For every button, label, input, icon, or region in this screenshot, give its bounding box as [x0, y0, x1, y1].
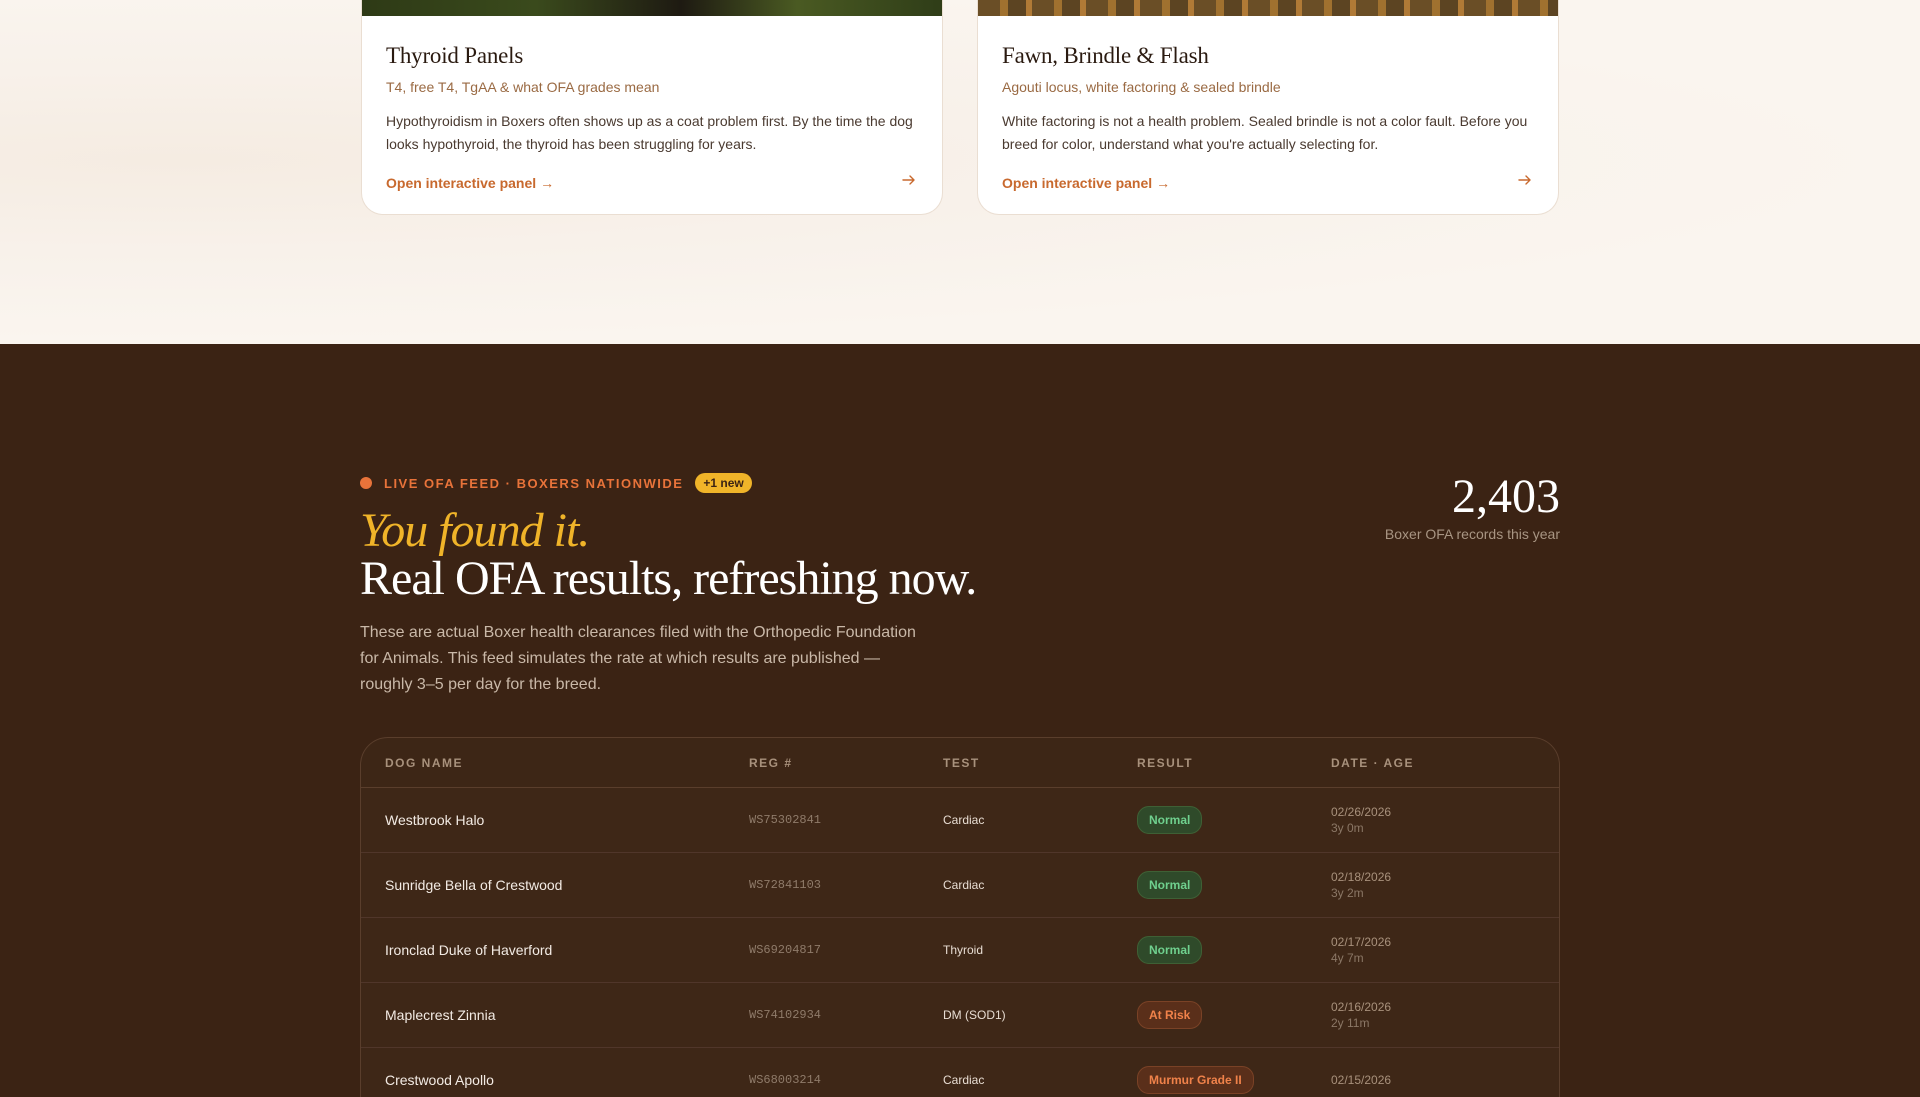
dog-age: 4y 7m	[1331, 951, 1364, 965]
headline-italic: You found it.	[360, 504, 590, 557]
table-row[interactable]: Sunridge Bella of Crestwood WS72841103 C…	[361, 853, 1559, 918]
live-feed-label: LIVE OFA FEED · BOXERS NATIONWIDE	[384, 475, 684, 491]
dog-age: 2y 11m	[1331, 1016, 1370, 1030]
records-stat: 2,403 Boxer OFA records this year	[1385, 470, 1560, 542]
table-row[interactable]: Crestwood Apollo WS68003214 Cardiac Murm…	[361, 1048, 1559, 1097]
new-records-badge: +1 new	[695, 473, 752, 493]
card-photo	[362, 0, 942, 16]
test-name: Cardiac	[943, 813, 985, 827]
article-card-thyroid[interactable]: Thyroid Panels T4, free T4, TgAA & what …	[361, 0, 943, 215]
column-header-dog-name[interactable]: DOG NAME	[361, 756, 749, 770]
open-panel-link[interactable]: Open interactive panel →	[386, 175, 554, 191]
table-row[interactable]: Westbrook Halo WS75302841 Cardiac Normal…	[361, 788, 1559, 853]
column-header-date-age[interactable]: DATE · AGE	[1331, 756, 1559, 770]
records-count: 2,403	[1452, 470, 1560, 523]
result-badge: Normal	[1137, 871, 1203, 899]
table-row[interactable]: Maplecrest Zinnia WS74102934 DM (SOD1) A…	[361, 983, 1559, 1048]
test-name: Cardiac	[943, 1073, 985, 1087]
card-description: Hypothyroidism in Boxers often shows up …	[386, 113, 913, 152]
dog-name: Crestwood Apollo	[385, 1072, 494, 1088]
arrow-right-icon[interactable]	[901, 172, 917, 193]
article-card-color[interactable]: Fawn, Brindle & Flash Agouti locus, whit…	[977, 0, 1559, 215]
dog-name: Ironclad Duke of Haverford	[385, 942, 553, 958]
result-date: 02/26/2026	[1331, 805, 1392, 819]
records-label: Boxer OFA records this year	[1384, 526, 1560, 542]
result-date: 02/15/2026	[1331, 1073, 1392, 1087]
dog-age: 3y 2m	[1331, 886, 1364, 900]
reg-number: WS75302841	[749, 813, 822, 827]
live-indicator-dot	[360, 477, 372, 489]
card-subtitle: T4, free T4, TgAA & what OFA grades mean	[386, 79, 660, 95]
reg-number: WS74102934	[749, 1008, 822, 1022]
result-badge: Murmur Grade II	[1137, 1066, 1254, 1094]
headline-main: Real OFA results, refreshing now.	[360, 552, 977, 605]
table-header: DOG NAME REG # TEST RESULT DATE · AGE	[361, 738, 1559, 788]
dog-name: Maplecrest Zinnia	[385, 1007, 496, 1023]
card-subtitle: Agouti locus, white factoring & sealed b…	[1002, 79, 1281, 95]
card-description: White factoring is not a health problem.…	[1002, 113, 1528, 152]
reg-number: WS69204817	[749, 943, 822, 957]
test-name: Cardiac	[943, 878, 985, 892]
ofa-results-table: DOG NAME REG # TEST RESULT DATE · AGE We…	[360, 737, 1560, 1097]
card-title: Thyroid Panels	[386, 43, 524, 68]
reg-number: WS68003214	[749, 1073, 822, 1087]
live-feed-header: LIVE OFA FEED · BOXERS NATIONWIDE +1 new	[360, 473, 752, 493]
test-name: DM (SOD1)	[943, 1008, 1006, 1022]
articles-section: Thyroid Panels T4, free T4, TgAA & what …	[0, 0, 1920, 344]
dog-name: Westbrook Halo	[385, 812, 485, 828]
reg-number: WS72841103	[749, 878, 822, 892]
dog-name: Sunridge Bella of Crestwood	[385, 877, 563, 893]
table-row[interactable]: Ironclad Duke of Haverford WS69204817 Th…	[361, 918, 1559, 983]
open-panel-link[interactable]: Open interactive panel →	[1002, 175, 1170, 191]
result-date: 02/16/2026	[1331, 1000, 1392, 1014]
result-badge: Normal	[1137, 806, 1203, 834]
arrow-right-icon[interactable]	[1517, 172, 1533, 193]
result-date: 02/17/2026	[1331, 935, 1392, 949]
card-photo	[978, 0, 1558, 16]
column-header-result[interactable]: RESULT	[1137, 756, 1331, 770]
result-badge: Normal	[1137, 936, 1203, 964]
dog-age: 3y 0m	[1331, 821, 1364, 835]
test-name: Thyroid	[943, 943, 984, 957]
result-badge: At Risk	[1137, 1001, 1203, 1029]
feed-intro: These are actual Boxer health clearances…	[360, 624, 916, 693]
column-header-reg[interactable]: REG #	[749, 756, 943, 770]
column-header-test[interactable]: TEST	[943, 756, 1137, 770]
card-title: Fawn, Brindle & Flash	[1002, 43, 1209, 68]
result-date: 02/18/2026	[1331, 870, 1392, 884]
